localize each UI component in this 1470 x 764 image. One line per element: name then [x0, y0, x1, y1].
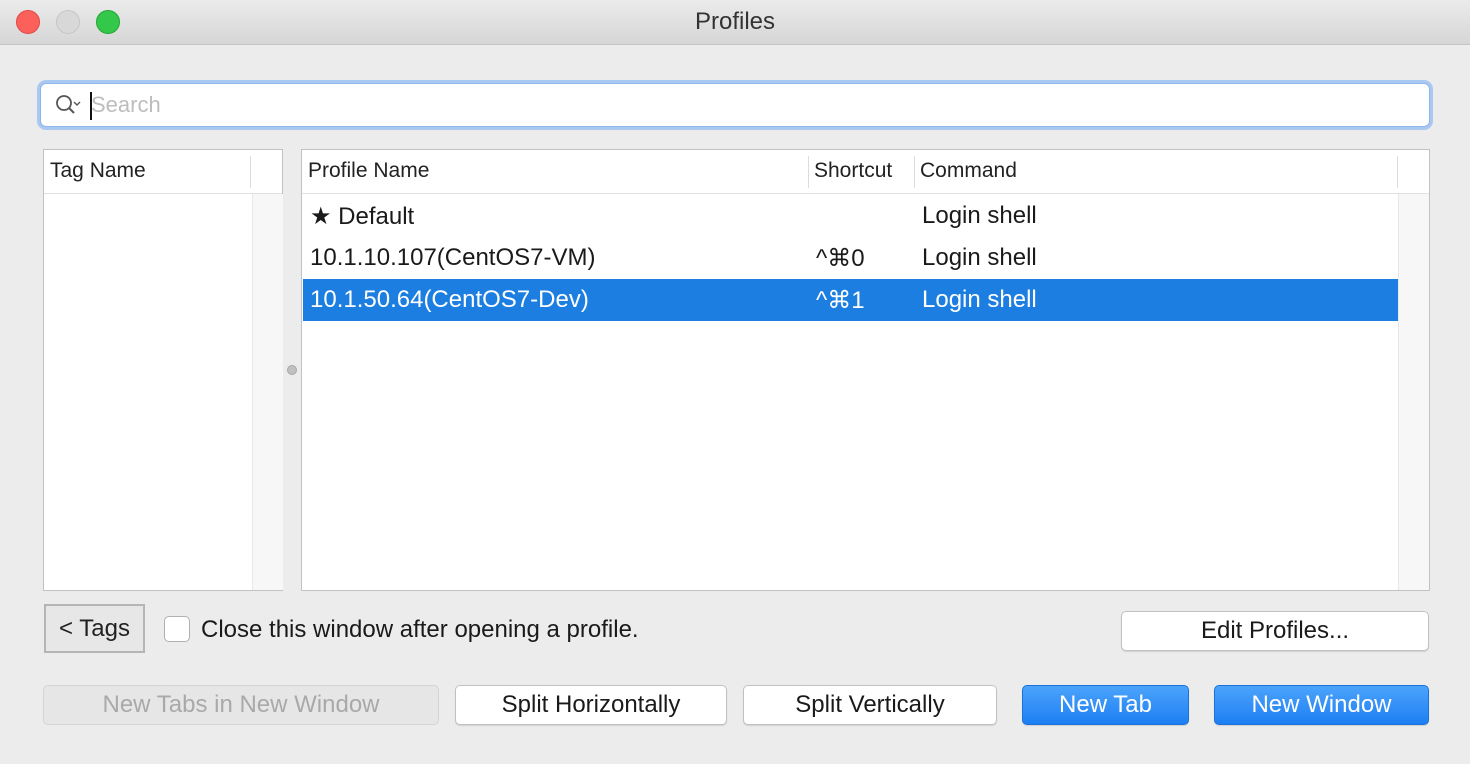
shortcut-cell: ^⌘0 — [816, 245, 865, 272]
edit-profiles-button[interactable]: Edit Profiles... — [1121, 611, 1429, 651]
title-bar: Profiles — [0, 0, 1470, 45]
profiles-scrollbar[interactable] — [1398, 194, 1429, 590]
window-title: Profiles — [694, 8, 776, 35]
profile-name-cell: 10.1.10.107(CentOS7-VM) — [310, 244, 596, 271]
table-row[interactable]: 10.1.10.107(CentOS7-VM) ^⌘0 Login shell — [303, 237, 1398, 279]
table-row[interactable]: ★ Default Login shell — [303, 195, 1398, 237]
search-icon[interactable] — [55, 94, 81, 116]
tag-name-column-header[interactable]: Tag Name — [50, 159, 146, 183]
column-divider[interactable] — [808, 156, 809, 188]
split-vertically-button[interactable]: Split Vertically — [743, 685, 997, 725]
close-after-open-label[interactable]: Close this window after opening a profil… — [201, 616, 639, 644]
shortcut-cell: ^⌘1 — [816, 287, 865, 314]
new-window-button[interactable]: New Window — [1214, 685, 1429, 725]
new-tab-button[interactable]: New Tab — [1022, 685, 1189, 725]
search-input[interactable] — [91, 90, 1411, 120]
split-horizontally-button[interactable]: Split Horizontally — [455, 685, 727, 725]
profiles-table[interactable]: Profile Name Shortcut Command ★ Default … — [301, 149, 1430, 591]
profile-name-cell: 10.1.50.64(CentOS7-Dev) — [310, 286, 589, 313]
close-after-open-checkbox[interactable] — [164, 616, 190, 642]
profiles-table-header: Profile Name Shortcut Command — [302, 150, 1429, 194]
column-divider — [1397, 156, 1398, 188]
tags-scrollbar[interactable] — [252, 194, 283, 590]
new-tabs-in-new-window-button[interactable]: New Tabs in New Window — [43, 685, 439, 725]
profile-name-column-header[interactable]: Profile Name — [308, 159, 429, 183]
command-cell: Login shell — [922, 286, 1037, 313]
tags-table[interactable]: Tag Name — [43, 149, 283, 591]
text-caret — [90, 92, 92, 120]
search-field[interactable] — [40, 83, 1430, 127]
command-column-header[interactable]: Command — [920, 159, 1017, 183]
column-divider — [250, 156, 251, 188]
profile-name-cell: ★ Default — [310, 203, 415, 230]
tags-table-header: Tag Name — [44, 150, 282, 194]
shortcut-column-header[interactable]: Shortcut — [814, 159, 892, 183]
command-cell: Login shell — [922, 244, 1037, 271]
toggle-tags-button[interactable]: < Tags — [44, 604, 145, 653]
table-row-selected[interactable]: 10.1.50.64(CentOS7-Dev) ^⌘1 Login shell — [303, 279, 1398, 321]
split-view-handle[interactable] — [287, 365, 297, 375]
command-cell: Login shell — [922, 202, 1037, 229]
column-divider[interactable] — [914, 156, 915, 188]
